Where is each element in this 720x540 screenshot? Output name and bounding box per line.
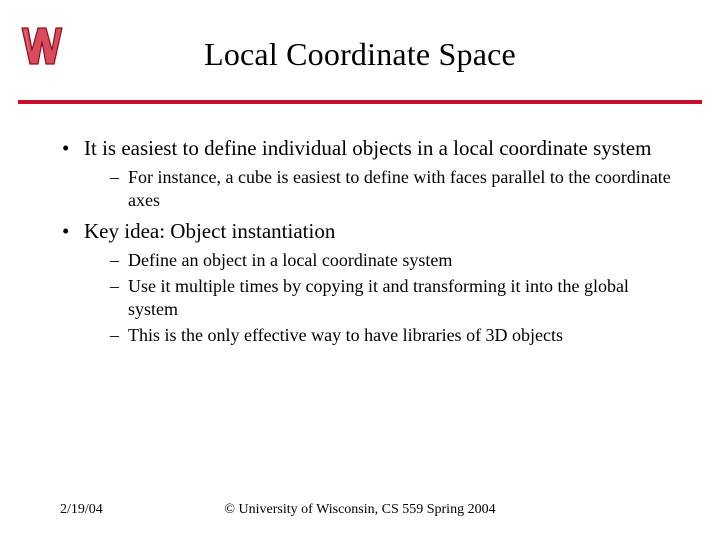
bullet-item: It is easiest to define individual objec…: [60, 135, 674, 212]
sub-item: Use it multiple times by copying it and …: [108, 275, 674, 321]
slide-header: Local Coordinate Space: [0, 0, 720, 110]
sub-list: For instance, a cube is easiest to defin…: [108, 166, 674, 212]
sub-item: Define an object in a local coordinate s…: [108, 249, 674, 272]
sub-list: Define an object in a local coordinate s…: [108, 249, 674, 347]
slide-title: Local Coordinate Space: [0, 36, 720, 73]
bullet-list: It is easiest to define individual objec…: [60, 135, 674, 347]
bullet-text: It is easiest to define individual objec…: [84, 136, 651, 160]
title-underline: [18, 100, 702, 104]
bullet-item: Key idea: Object instantiation Define an…: [60, 218, 674, 347]
sub-item: This is the only effective way to have l…: [108, 324, 674, 347]
slide-body: It is easiest to define individual objec…: [60, 135, 674, 353]
sub-item: For instance, a cube is easiest to defin…: [108, 166, 674, 212]
bullet-text: Key idea: Object instantiation: [84, 219, 335, 243]
footer-copyright: © University of Wisconsin, CS 559 Spring…: [0, 502, 720, 518]
